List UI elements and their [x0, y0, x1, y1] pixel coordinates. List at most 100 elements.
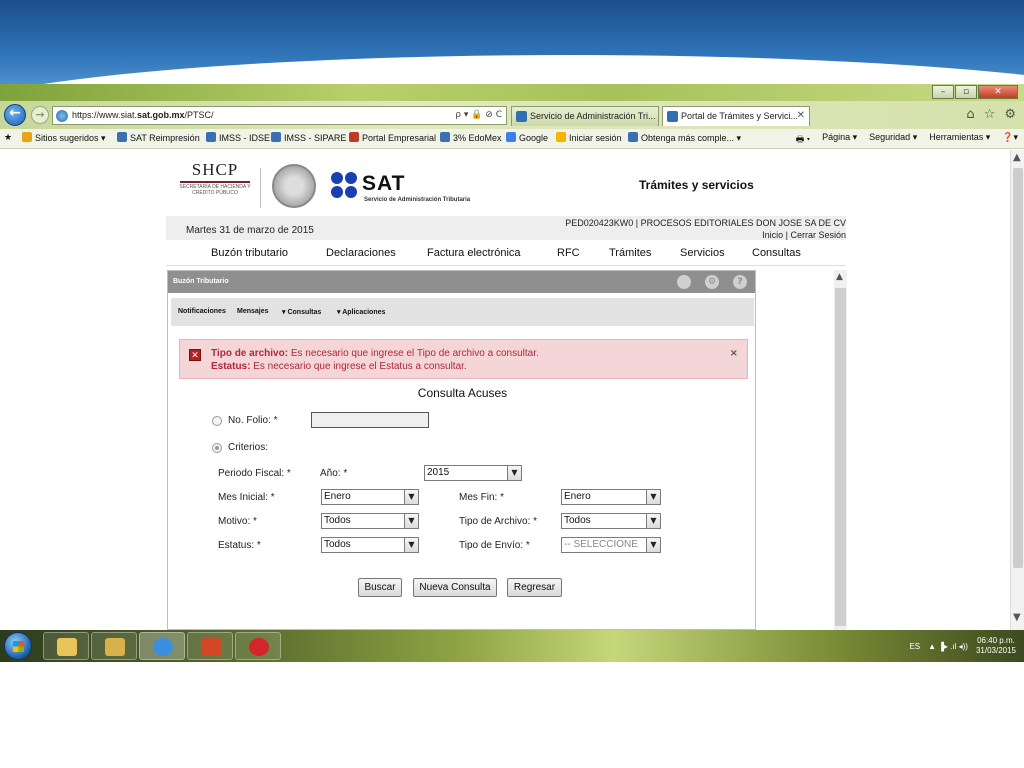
fav-icon: [556, 132, 566, 142]
command-bar: 🖶 ▾ Página ▾ Seguridad ▾ Herramientas ▾ …: [796, 132, 1018, 148]
star-icon[interactable]: ☆: [984, 107, 996, 122]
nav-declaraciones[interactable]: Declaraciones: [326, 247, 396, 259]
nav-consultas[interactable]: Consultas: [752, 247, 801, 259]
windows-logo-icon: [13, 641, 24, 652]
gear-icon[interactable]: ⚙: [705, 275, 719, 289]
fav-icon: [349, 132, 359, 142]
print-icon[interactable]: 🖶 ▾: [796, 132, 810, 148]
taskbar-powerpoint[interactable]: [187, 632, 233, 660]
scroll-thumb[interactable]: [1013, 168, 1023, 568]
cf-app-icon: [249, 638, 269, 656]
panel-title: Buzón Tributario: [173, 278, 229, 285]
nav-buzon-tributario[interactable]: Buzón tributario: [211, 247, 288, 259]
window-controls: – ▫ ✕: [931, 85, 1018, 99]
estatus-select[interactable]: Todos ▼: [321, 537, 419, 553]
tray-icons[interactable]: ▲ ▐▸ .ıl ◂)): [928, 642, 968, 651]
no-folio-input[interactable]: [311, 412, 429, 428]
maximize-button[interactable]: ▫: [955, 85, 977, 99]
start-button[interactable]: [4, 632, 32, 660]
fav-icon: [22, 132, 32, 142]
scroll-up-icon[interactable]: ▲: [1013, 152, 1021, 163]
close-window-button[interactable]: ✕: [978, 85, 1018, 99]
tab-servicio-administracion[interactable]: Servicio de Administración Tri...: [511, 106, 659, 126]
address-controls[interactable]: ρ ▾ 🔒 ⊘ C: [455, 110, 502, 120]
favorites-star-icon[interactable]: ★: [4, 132, 12, 143]
tab-portal-tramites[interactable]: Portal de Trámites y Servici... ✕: [662, 106, 810, 126]
chevron-down-icon: ▼: [646, 514, 660, 528]
fav-icon: [117, 132, 127, 142]
dismiss-alert-icon[interactable]: ×: [730, 348, 738, 359]
page-scrollbar[interactable]: ▲ ▼: [1010, 150, 1024, 630]
inicio-link[interactable]: Inicio: [762, 230, 783, 240]
fav-sat-reimpresion[interactable]: SAT Reimpresión: [117, 132, 200, 143]
alert-line-estatus: Estatus: Es necesario que ingrese el Est…: [211, 361, 467, 372]
menu-notificaciones[interactable]: Notificaciones: [178, 308, 226, 315]
fav-icon: [440, 132, 450, 142]
menu-aplicaciones[interactable]: ▾ Aplicaciones: [337, 308, 385, 316]
buscar-button[interactable]: Buscar: [358, 578, 402, 597]
mes-inicial-select[interactable]: Enero ▼: [321, 489, 419, 505]
nav-tramites[interactable]: Trámites: [609, 247, 651, 259]
alert-line-tipo-archivo: Tipo de archivo: Es necesario que ingres…: [211, 348, 539, 359]
scroll-up-icon[interactable]: ▲: [836, 272, 843, 282]
taskbar-files[interactable]: [91, 632, 137, 660]
language-indicator[interactable]: ES: [909, 642, 920, 651]
tipo-archivo-select[interactable]: Todos ▼: [561, 513, 661, 529]
cerrar-sesion-link[interactable]: Cerrar Sesión: [790, 230, 846, 240]
motivo-select[interactable]: Todos ▼: [321, 513, 419, 529]
mes-fin-select[interactable]: Enero ▼: [561, 489, 661, 505]
anio-select[interactable]: 2015 ▼: [424, 465, 522, 481]
regresar-button[interactable]: Regresar: [507, 578, 562, 597]
taskbar-internet-explorer[interactable]: [139, 632, 185, 660]
error-alert: ✕ Tipo de archivo: Es necesario que ingr…: [179, 339, 748, 379]
panel-header: Buzón Tributario ⚙ ?: [168, 271, 755, 293]
nav-servicios[interactable]: Servicios: [680, 247, 725, 259]
nav-factura-electronica[interactable]: Factura electrónica: [427, 247, 521, 259]
criterios-label: Criterios:: [228, 442, 269, 453]
help-icon[interactable]: ?: [733, 275, 747, 289]
sat-logo-text: SAT: [362, 172, 406, 195]
menu-mensajes[interactable]: Mensajes: [237, 308, 269, 315]
taskbar-cf-app[interactable]: [235, 632, 281, 660]
home-icon[interactable]: ⌂: [966, 107, 974, 122]
fav-google[interactable]: Google: [506, 132, 548, 143]
address-bar[interactable]: https://www.siat.sat.gob.mx/PTSC/ ρ ▾ 🔒 …: [52, 106, 507, 125]
taskbar-explorer[interactable]: [43, 632, 89, 660]
fav-iniciar-sesion[interactable]: Iniciar sesión: [556, 132, 622, 143]
menu-herramientas[interactable]: Herramientas ▾: [929, 132, 990, 148]
system-tray: ES ▲ ▐▸ .ıl ◂)) 06:40 p.m. 31/03/2015: [909, 636, 1016, 656]
mes-fin-label: Mes Fin: *: [459, 492, 505, 503]
panel-scrollbar[interactable]: ▲: [834, 270, 847, 630]
help-icon[interactable]: ❓▾: [1002, 132, 1018, 148]
shcp-logo: SHCP SECRETARÍA DE HACIENDA Y CRÉDITO PÚ…: [179, 160, 251, 196]
tipo-envio-select[interactable]: -- SELECCIONE ▼: [561, 537, 661, 553]
form-title: Consulta Acuses: [417, 386, 508, 400]
back-icon[interactable]: ←: [4, 104, 26, 126]
menu-seguridad[interactable]: Seguridad ▾: [869, 132, 917, 148]
criterios-radio[interactable]: [212, 443, 222, 453]
forward-icon[interactable]: →: [31, 106, 49, 124]
tab-close-icon[interactable]: ✕: [797, 107, 805, 125]
chevron-down-icon: ▼: [646, 490, 660, 504]
url-text[interactable]: https://www.siat.sat.gob.mx/PTSC/: [72, 110, 214, 120]
gear-icon[interactable]: ⚙: [1004, 107, 1016, 122]
fav-imss-idse[interactable]: IMSS - IDSE: [206, 132, 270, 143]
tab-favicon: [667, 111, 678, 122]
menu-consultas[interactable]: ▾ Consultas: [282, 308, 321, 316]
fav-icon: [271, 132, 281, 142]
fav-edomex[interactable]: 3% EdoMex: [440, 132, 502, 143]
circle-icon[interactable]: [677, 275, 691, 289]
fav-portal-empresarial[interactable]: Portal Empresarial: [349, 132, 436, 143]
menu-pagina[interactable]: Página ▾: [822, 132, 857, 148]
clock[interactable]: 06:40 p.m. 31/03/2015: [976, 636, 1016, 656]
nav-rfc[interactable]: RFC: [557, 247, 580, 259]
mexico-seal-icon: [272, 164, 316, 208]
fav-obtenga-mas[interactable]: Obtenga más comple... ▾: [628, 132, 741, 144]
minimize-button[interactable]: –: [932, 85, 954, 99]
scroll-down-icon[interactable]: ▼: [1013, 612, 1021, 623]
scroll-thumb[interactable]: [835, 288, 846, 626]
fav-sitios-sugeridos[interactable]: Sitios sugeridos ▾: [22, 132, 106, 144]
fav-imss-sipare[interactable]: IMSS - SIPARE: [271, 132, 346, 143]
nueva-consulta-button[interactable]: Nueva Consulta: [413, 578, 497, 597]
no-folio-radio[interactable]: [212, 416, 222, 426]
